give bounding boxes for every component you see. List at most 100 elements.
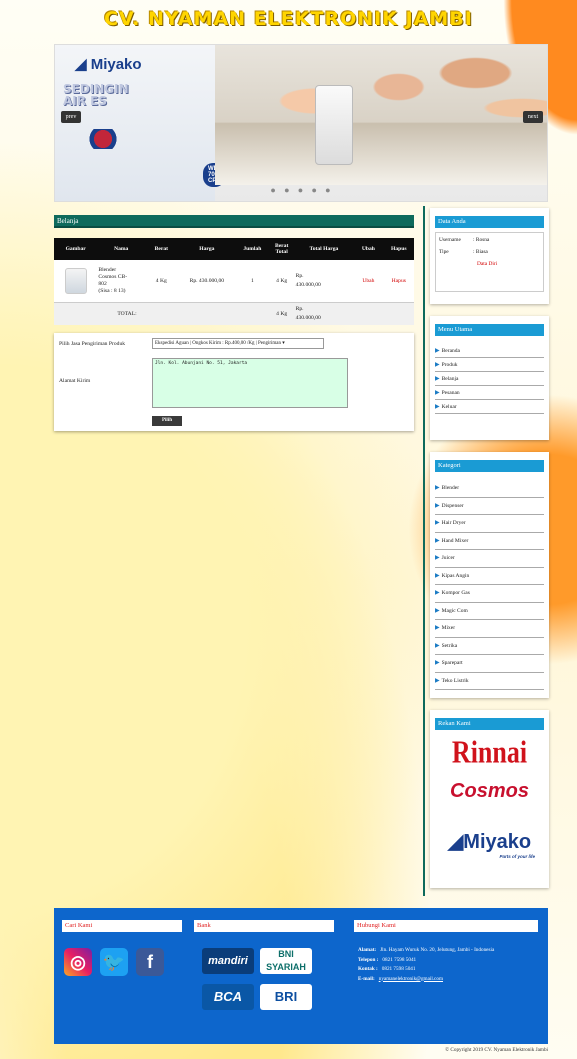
instagram-icon[interactable]: ◎ (64, 948, 92, 976)
arrow-right-icon: ▶ (435, 555, 440, 561)
edit-item-link[interactable]: Ubah (362, 278, 374, 284)
menu-item-pesanan[interactable]: ▶ Pesanan (435, 386, 544, 400)
cosmos-logo: Cosmos (450, 780, 529, 802)
facebook-icon[interactable]: f (136, 948, 164, 976)
col-header: Berat Total (268, 238, 295, 260)
product-name: Blender Cosmos CB- 802 (Sisa : 8 13) (97, 260, 146, 303)
slider-prev-button[interactable]: prev (61, 111, 81, 123)
miyako-logo: ◢ Miyako (75, 56, 142, 73)
user-data-box: Data Anda Username : Rosna Tipe : Biasa … (430, 208, 549, 304)
banner-slider: ◢ Miyako SEDINGIN AIR ES prev WD-700 CP … (54, 44, 548, 202)
category-box: Kategori ▶ Blender ▶ Dispenser ▶ Hair Dryer… (430, 452, 549, 698)
address-textarea[interactable]: Jln. Kol. Abunjani No. 51, Jakarta (152, 357, 348, 408)
submit-button[interactable]: Pilih (152, 415, 182, 426)
arrow-right-icon: ▶ (435, 590, 440, 596)
footer: Cari Kami ◎ 🐦 f Bank mandiri BNI SYARIAH… (54, 908, 548, 1044)
find-us-title: Cari Kami (62, 920, 182, 932)
total-label: TOTAL: (97, 302, 237, 325)
cart-total-row: TOTAL: 4 Kg Rp. 430.000,00 (54, 302, 414, 325)
address-label: Alamat Kirim (59, 377, 91, 384)
arrow-right-icon: ▶ (435, 390, 440, 396)
contact-info: Alamat: Jln. Hayam Wuruk No. 20, Jelutung… (358, 947, 495, 982)
col-header: Jumlah (236, 238, 269, 260)
col-header: Gambar (54, 238, 98, 260)
water-dispenser-image (315, 85, 353, 165)
contact-title: Hubungi Kami (354, 920, 538, 932)
user-data-inner: Username : Rosna Tipe : Biasa Data Diri (435, 232, 544, 292)
shipping-label: Pilih Jasa Pengiriman Produk (59, 340, 126, 347)
product-weight: 4 Kg (145, 260, 178, 303)
user-data-title: Data Anda (435, 216, 544, 228)
category-item-mixer[interactable]: ▶ Mixer (435, 620, 544, 638)
category-item-kompor-gas[interactable]: ▶ Kompor Gas (435, 585, 544, 603)
col-header: Harga (177, 238, 237, 260)
mandiri-logo: mandiri (202, 948, 254, 974)
arrow-right-icon: ▶ (435, 404, 440, 410)
dispenser-product-icon (83, 129, 123, 149)
arrow-right-icon: ▶ (435, 502, 440, 509)
cart-table: Gambar Nama Berat Harga Jumlah Berat Tot… (54, 238, 414, 325)
arrow-right-icon: ▶ (435, 362, 440, 368)
family-photo (215, 45, 547, 185)
arrow-right-icon: ▶ (435, 348, 440, 354)
arrow-right-icon: ▶ (435, 660, 440, 666)
bank-title: Bank (194, 920, 334, 932)
twitter-icon[interactable]: 🐦 (100, 948, 128, 976)
miyako-partner-logo: ◢Miyako (447, 831, 532, 853)
menu-item-belanja[interactable]: ▶ Belanja (435, 372, 544, 386)
username-label: Username (439, 237, 461, 243)
arrow-right-icon: ▶ (435, 677, 440, 684)
column-divider (423, 206, 425, 896)
main-menu-box: Menu Utama ▶ Beranda ▶ Produk ▶ Belanja ▶ Pe… (430, 316, 549, 440)
menu-item-produk[interactable]: ▶ Produk (435, 358, 544, 372)
product-price: Rp. 430.000,00 (177, 260, 237, 303)
rinnai-logo: Rinnai (451, 735, 528, 770)
delete-item-link[interactable]: Hapus (392, 278, 406, 284)
cart-item-row: Blender Cosmos CB- 802 (Sisa : 8 13) 4 K… (54, 260, 414, 303)
type-label: Tipe (439, 249, 449, 255)
arrow-right-icon: ▶ (435, 642, 440, 649)
arrow-right-icon: ▶ (435, 607, 440, 614)
menu-item-beranda[interactable]: ▶ Beranda (435, 344, 544, 358)
slider-next-button[interactable]: next (523, 111, 543, 123)
col-header: Nama (97, 238, 146, 260)
category-item-dispenser[interactable]: ▶ Dispenser (435, 498, 544, 515)
section-title-belanja: Belanja (54, 215, 414, 228)
slider-dots[interactable]: ● ● ● ● ● (55, 185, 547, 195)
arrow-right-icon: ▶ (435, 537, 440, 544)
category-item-magic-com[interactable]: ▶ Magic Com (435, 603, 544, 620)
shipping-select[interactable]: Ekspedisi Aguan | Ongkos Kirim : Rp.400,… (152, 337, 324, 349)
category-item-sparepart[interactable]: ▶ Sparepart (435, 655, 544, 673)
site-title: CV. NYAMAN ELEKTRONIK JAMBI (104, 8, 473, 30)
arrow-right-icon: ▶ (435, 485, 440, 491)
product-qty: 1 (236, 260, 269, 303)
bri-logo: BRI (260, 984, 312, 1010)
category-item-teko-listrik[interactable]: ▶ Teko Listrik (435, 673, 544, 690)
category-item-blender[interactable]: ▶ Blender (435, 480, 544, 498)
category-item-juicer[interactable]: ▶ Juicer (435, 550, 544, 568)
category-item-hair-dryer[interactable]: ▶ Hair Dryer (435, 515, 544, 533)
col-header: Berat (145, 238, 178, 260)
category-item-setrika[interactable]: ▶ Setrika (435, 638, 544, 655)
copyright-text: © Copyright 2019 CV. Nyaman Elektronik J… (445, 1047, 548, 1053)
main-content: Belanja Gambar Nama Berat Harga Jumlah B… (54, 215, 414, 431)
cart-header-row: Gambar Nama Berat Harga Jumlah Berat Tot… (54, 238, 414, 260)
product-total-weight: 4 Kg (268, 260, 295, 303)
arrow-right-icon: ▶ (435, 572, 440, 579)
main-menu-title: Menu Utama (435, 324, 544, 336)
category-item-kipas-angin[interactable]: ▶ Kipas Angin (435, 568, 544, 585)
promo-text: SEDINGIN AIR ES (63, 82, 129, 108)
slide-promo-panel: ◢ Miyako SEDINGIN AIR ES prev WD-700 CP (55, 45, 225, 201)
arrow-right-icon: ▶ (435, 376, 440, 382)
category-item-hand-mixer[interactable]: ▶ Hand Mixer (435, 533, 544, 550)
arrow-right-icon: ▶ (435, 625, 440, 631)
total-weight: 4 Kg (268, 302, 295, 325)
menu-item-keluar[interactable]: ▶ Keluar (435, 400, 544, 414)
bni-syariah-logo: BNI SYARIAH (260, 948, 312, 974)
type-value: : Biasa (473, 249, 488, 255)
miyako-tagline: Parts of your life (499, 854, 535, 859)
partners-box: Rekan Kami Rinnai Cosmos ◢Miyako Parts o… (430, 710, 549, 888)
email-link[interactable]: nyamanelektronik@gmail.com (379, 976, 443, 982)
edit-profile-link[interactable]: Data Diri (477, 261, 497, 267)
total-price: Rp. 430.000,00 (294, 302, 354, 325)
